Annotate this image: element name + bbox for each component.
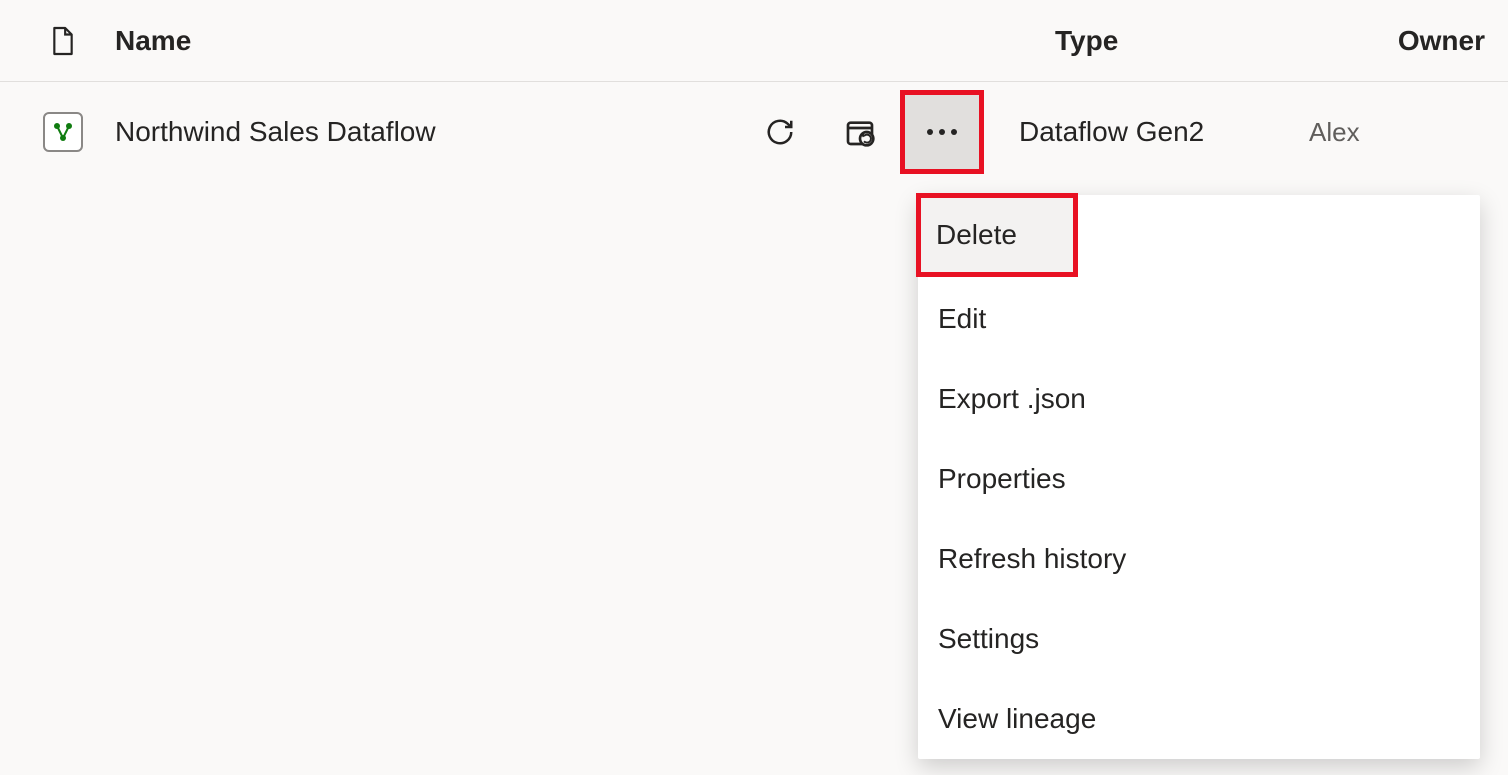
column-icon-header — [10, 25, 115, 57]
row-actions — [740, 90, 984, 174]
menu-item-edit[interactable]: Edit — [918, 279, 1480, 359]
ellipsis-icon — [924, 127, 960, 137]
table-header: Name Type Owner — [0, 0, 1508, 82]
column-owner-header[interactable]: Owner — [1305, 25, 1485, 57]
menu-item-properties[interactable]: Properties — [918, 439, 1480, 519]
column-name-header[interactable]: Name — [115, 25, 1055, 57]
menu-item-settings[interactable]: Settings — [918, 599, 1480, 679]
context-menu: Delete Edit Export .json Properties Refr… — [918, 195, 1480, 759]
menu-item-delete[interactable]: Delete — [916, 193, 1078, 277]
refresh-icon — [765, 117, 795, 147]
table-row[interactable]: Northwind Sales Dataflow Dataf — [0, 82, 1508, 182]
file-icon — [50, 25, 76, 57]
row-type: Dataflow Gen2 — [984, 116, 1274, 148]
row-name[interactable]: Northwind Sales Dataflow — [115, 116, 740, 148]
row-icon-cell — [10, 112, 115, 152]
menu-item-view-lineage[interactable]: View lineage — [918, 679, 1480, 759]
schedule-icon — [844, 116, 876, 148]
dataflow-icon — [43, 112, 83, 152]
more-options-button[interactable] — [900, 90, 984, 174]
refresh-button[interactable] — [740, 92, 820, 172]
column-type-header[interactable]: Type — [1055, 25, 1305, 57]
menu-item-export-json[interactable]: Export .json — [918, 359, 1480, 439]
schedule-refresh-button[interactable] — [820, 92, 900, 172]
row-owner: Alex — [1274, 117, 1454, 148]
menu-item-refresh-history[interactable]: Refresh history — [918, 519, 1480, 599]
